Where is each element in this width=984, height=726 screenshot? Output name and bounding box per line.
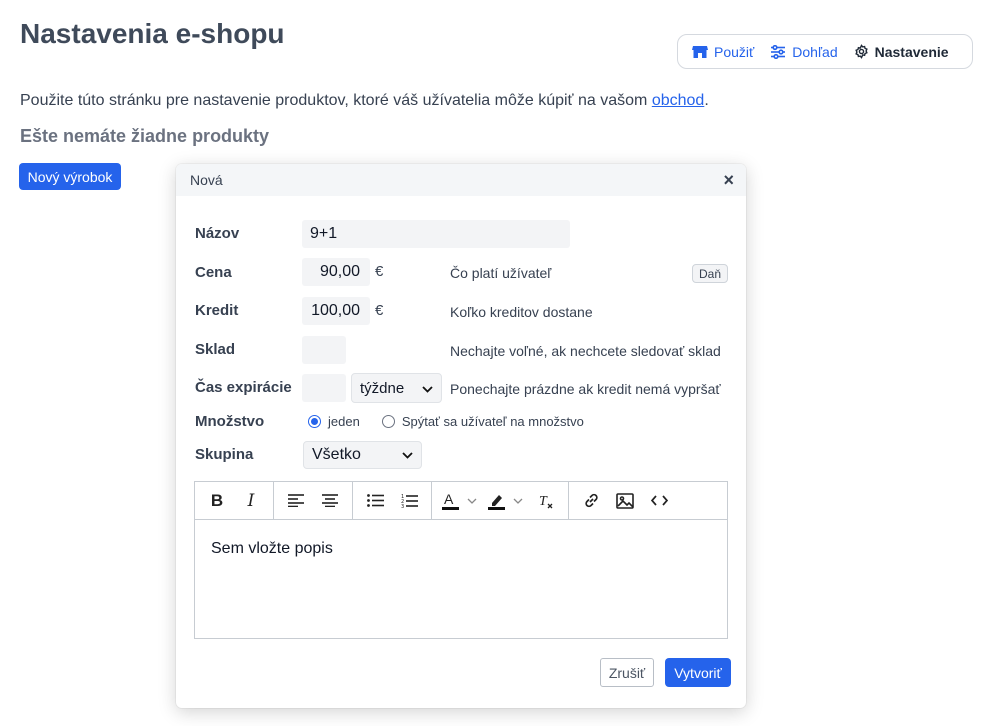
align-left-icon[interactable] xyxy=(280,486,312,516)
numbered-list-icon[interactable]: 123 xyxy=(393,486,425,516)
highlight-icon[interactable] xyxy=(484,486,528,516)
close-icon[interactable]: × xyxy=(723,171,734,189)
image-icon[interactable] xyxy=(609,486,641,516)
stock-hint: Nechajte voľné, ak nechcete sledovať skl… xyxy=(450,343,721,359)
tax-button[interactable]: Daň xyxy=(692,264,728,283)
description-textarea[interactable]: Sem vložte popis xyxy=(195,520,727,578)
sliders-icon xyxy=(770,44,786,59)
intro-text-end: . xyxy=(704,92,709,109)
toolbar-group-style: B I xyxy=(195,482,274,519)
expiry-label: Čas expirácie xyxy=(195,379,292,396)
clear-format-icon[interactable]: T xyxy=(530,486,562,516)
empty-products-heading: Ešte nemáte žiadne produkty xyxy=(20,126,270,146)
quantity-radio-group: jeden Spýtať sa užívateľ na množstvo xyxy=(308,414,584,429)
cancel-button[interactable]: Zrušiť xyxy=(600,658,654,687)
credit-currency: € xyxy=(375,302,384,319)
nav-item-label: Dohľad xyxy=(792,43,838,60)
new-product-dialog: Nová × Názov Cena € Čo platí užívateľ Da… xyxy=(176,164,746,708)
chevron-down-icon xyxy=(402,446,413,464)
nav-item-label: Nastavenie xyxy=(874,43,949,60)
radio-unselected-icon xyxy=(381,415,395,428)
bold-icon[interactable]: B xyxy=(201,486,233,516)
stock-input[interactable] xyxy=(302,336,346,364)
toolbar-group-lists: 123 xyxy=(353,482,432,519)
credit-hint: Koľko kreditov dostane xyxy=(450,304,593,320)
description-editor: B I 123 A T Sem vložte popis xyxy=(194,481,728,639)
dialog-title: Nová xyxy=(190,172,223,188)
create-button[interactable]: Vytvoriť xyxy=(665,658,731,687)
link-icon[interactable] xyxy=(575,486,607,516)
italic-icon[interactable]: I xyxy=(235,486,267,516)
page-title: Nastavenia e-shopu xyxy=(20,18,285,49)
nav-item-settings[interactable]: Nastavenie xyxy=(854,44,949,60)
nav-item-use[interactable]: Použiť xyxy=(692,44,754,60)
quantity-option-label: jeden xyxy=(328,414,360,429)
group-select[interactable]: Všetko xyxy=(303,441,422,469)
quantity-option-ask[interactable]: Spýtať sa užívateľ na množstvo xyxy=(381,414,584,429)
expiry-hint: Ponechajte prázdne ak kredit nemá vyprša… xyxy=(450,381,721,397)
editor-toolbar: B I 123 A T xyxy=(195,482,727,520)
group-label: Skupina xyxy=(195,446,254,463)
name-label: Názov xyxy=(195,225,240,242)
gear-icon xyxy=(854,44,869,59)
intro-text-body: Použite túto stránku pre nastavenie prod… xyxy=(20,92,652,109)
expiry-input[interactable] xyxy=(302,374,346,402)
name-input[interactable] xyxy=(302,220,570,248)
group-value: Všetko xyxy=(312,446,361,463)
text-color-icon[interactable]: A xyxy=(438,486,482,516)
nav-item-label: Použiť xyxy=(714,43,755,60)
quantity-option-label: Spýtať sa užívateľ na množstvo xyxy=(401,414,584,429)
credit-label: Kredit xyxy=(195,302,239,319)
align-center-icon[interactable] xyxy=(314,486,346,516)
intro-text: Použite túto stránku pre nastavenie prod… xyxy=(20,92,709,110)
stock-label: Sklad xyxy=(195,341,236,358)
dialog-header: Nová × xyxy=(176,164,746,196)
toolbar-group-color: A T xyxy=(432,482,569,519)
credit-input[interactable] xyxy=(302,297,370,325)
quantity-option-single[interactable]: jeden xyxy=(308,414,360,429)
shop-link[interactable]: obchod xyxy=(652,92,705,109)
bullet-list-icon[interactable] xyxy=(359,486,391,516)
new-product-button[interactable]: Nový výrobok xyxy=(19,163,121,190)
top-nav: Použiť Dohľad Nastavenie xyxy=(677,34,973,69)
toolbar-group-align xyxy=(274,482,353,519)
price-hint: Čo platí užívateľ xyxy=(450,265,552,281)
chevron-down-icon xyxy=(422,380,433,397)
price-currency: € xyxy=(375,263,384,280)
expiry-unit-value: týždne xyxy=(360,379,405,397)
nav-item-monitor[interactable]: Dohľad xyxy=(770,43,838,60)
svg-text:3: 3 xyxy=(401,504,404,508)
price-input[interactable] xyxy=(302,258,370,286)
svg-text:T: T xyxy=(539,494,548,509)
quantity-label: Množstvo xyxy=(195,413,265,430)
store-icon xyxy=(692,45,708,59)
svg-text:A: A xyxy=(444,491,454,507)
code-icon[interactable] xyxy=(643,486,675,516)
toolbar-group-insert xyxy=(569,482,681,519)
expiry-unit-select[interactable]: týždne xyxy=(351,373,442,403)
radio-selected-icon xyxy=(308,415,321,428)
price-label: Cena xyxy=(195,264,232,281)
